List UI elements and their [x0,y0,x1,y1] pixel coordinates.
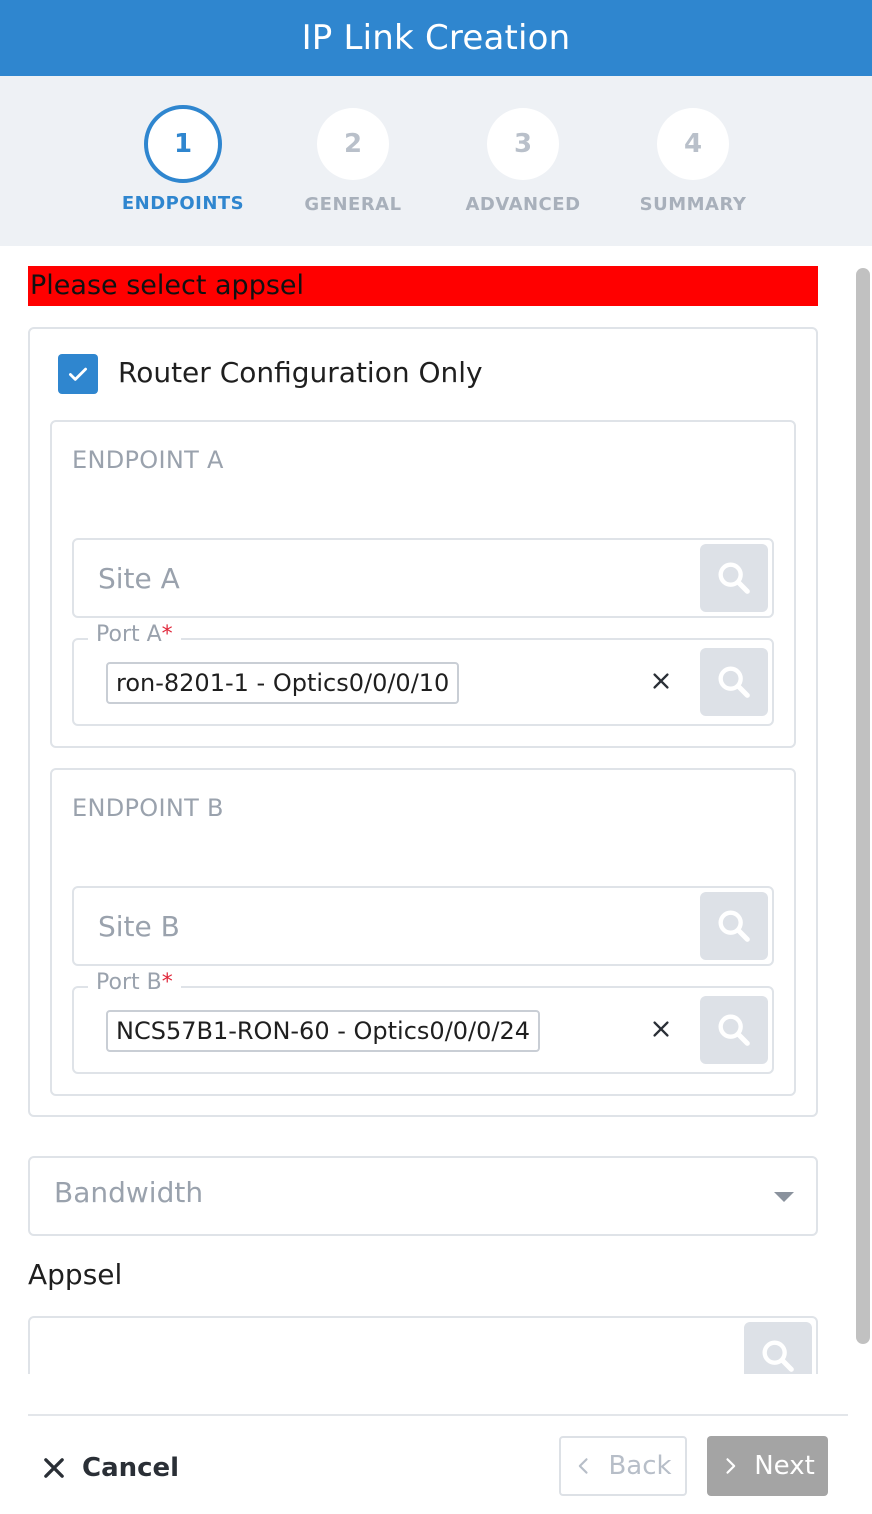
cancel-label: Cancel [82,1453,180,1483]
step-label: GENERAL [304,194,402,215]
scrollbar-thumb[interactable] [856,268,870,1344]
close-icon [653,673,669,689]
search-icon [718,666,750,698]
next-button[interactable]: Next [707,1436,828,1496]
wizard-stepper: 1 ENDPOINTS 2 GENERAL 3 ADVANCED 4 SUMMA… [0,76,872,246]
port-b-clear-button[interactable] [646,1014,676,1044]
step-label: ADVANCED [465,194,581,215]
port-b-label: Port B* [88,970,181,995]
search-icon [718,1014,750,1046]
port-a-chip: ron-8201-1 - Optics0/0/0/10 [106,662,460,704]
step-summary[interactable]: 4 SUMMARY [603,108,783,215]
site-a-placeholder: Site A [98,562,180,595]
back-label: Back [608,1451,672,1481]
port-b-chip: NCS57B1-RON-60 - Optics0/0/0/24 [106,1010,541,1052]
site-b-search-button[interactable] [700,892,768,960]
router-config-label: Router Configuration Only [118,356,483,389]
page-title: IP Link Creation [301,18,571,58]
port-a-label-text: Port A [96,622,162,647]
caret-down-icon [774,1192,794,1202]
next-label: Next [754,1451,815,1481]
appsel-clip [0,1300,872,1374]
chevron-left-icon [579,1458,589,1474]
endpoint-a-title: ENDPOINT A [72,446,224,474]
port-a-label: Port A* [88,622,181,647]
site-b-placeholder: Site B [98,910,180,943]
step-general[interactable]: 2 GENERAL [263,108,443,215]
required-marker: * [161,622,173,647]
endpoint-b-title: ENDPOINT B [72,794,224,822]
step-number: 1 [144,105,222,183]
step-label: ENDPOINTS [121,193,245,214]
back-button[interactable]: Back [559,1436,687,1496]
appsel-label: Appsel [28,1258,123,1291]
chevron-right-icon [726,1458,736,1474]
modal-header: IP Link Creation [0,0,872,76]
step-number: 4 [657,108,729,180]
search-icon [762,1340,794,1372]
error-message: Please select appsel [28,266,818,306]
cancel-button[interactable]: Cancel [40,1446,179,1490]
appsel-field[interactable] [28,1316,818,1374]
step-number: 3 [487,108,559,180]
port-a-search-button[interactable] [700,648,768,716]
search-icon [718,562,750,594]
port-b-label-text: Port B [96,970,162,995]
close-icon [653,1021,669,1037]
bandwidth-placeholder: Bandwidth [54,1176,204,1209]
site-b-field[interactable]: Site B [72,886,774,966]
step-endpoints[interactable]: 1 ENDPOINTS [93,105,273,214]
site-a-field[interactable]: Site A [72,538,774,618]
router-config-checkbox[interactable] [58,354,98,394]
port-b-field[interactable]: NCS57B1-RON-60 - Optics0/0/0/24 [72,986,774,1074]
footer-divider [28,1414,848,1416]
required-marker: * [161,970,173,995]
port-a-clear-button[interactable] [646,666,676,696]
bandwidth-select[interactable]: Bandwidth [28,1156,818,1236]
close-icon [44,1458,64,1478]
port-b-search-button[interactable] [700,996,768,1064]
step-label: SUMMARY [639,194,747,215]
step-number: 2 [317,108,389,180]
search-icon [718,910,750,942]
check-icon [69,367,87,381]
appsel-search-button[interactable] [744,1322,812,1374]
step-advanced[interactable]: 3 ADVANCED [433,108,613,215]
port-a-field[interactable]: ron-8201-1 - Optics0/0/0/10 [72,638,774,726]
site-a-search-button[interactable] [700,544,768,612]
